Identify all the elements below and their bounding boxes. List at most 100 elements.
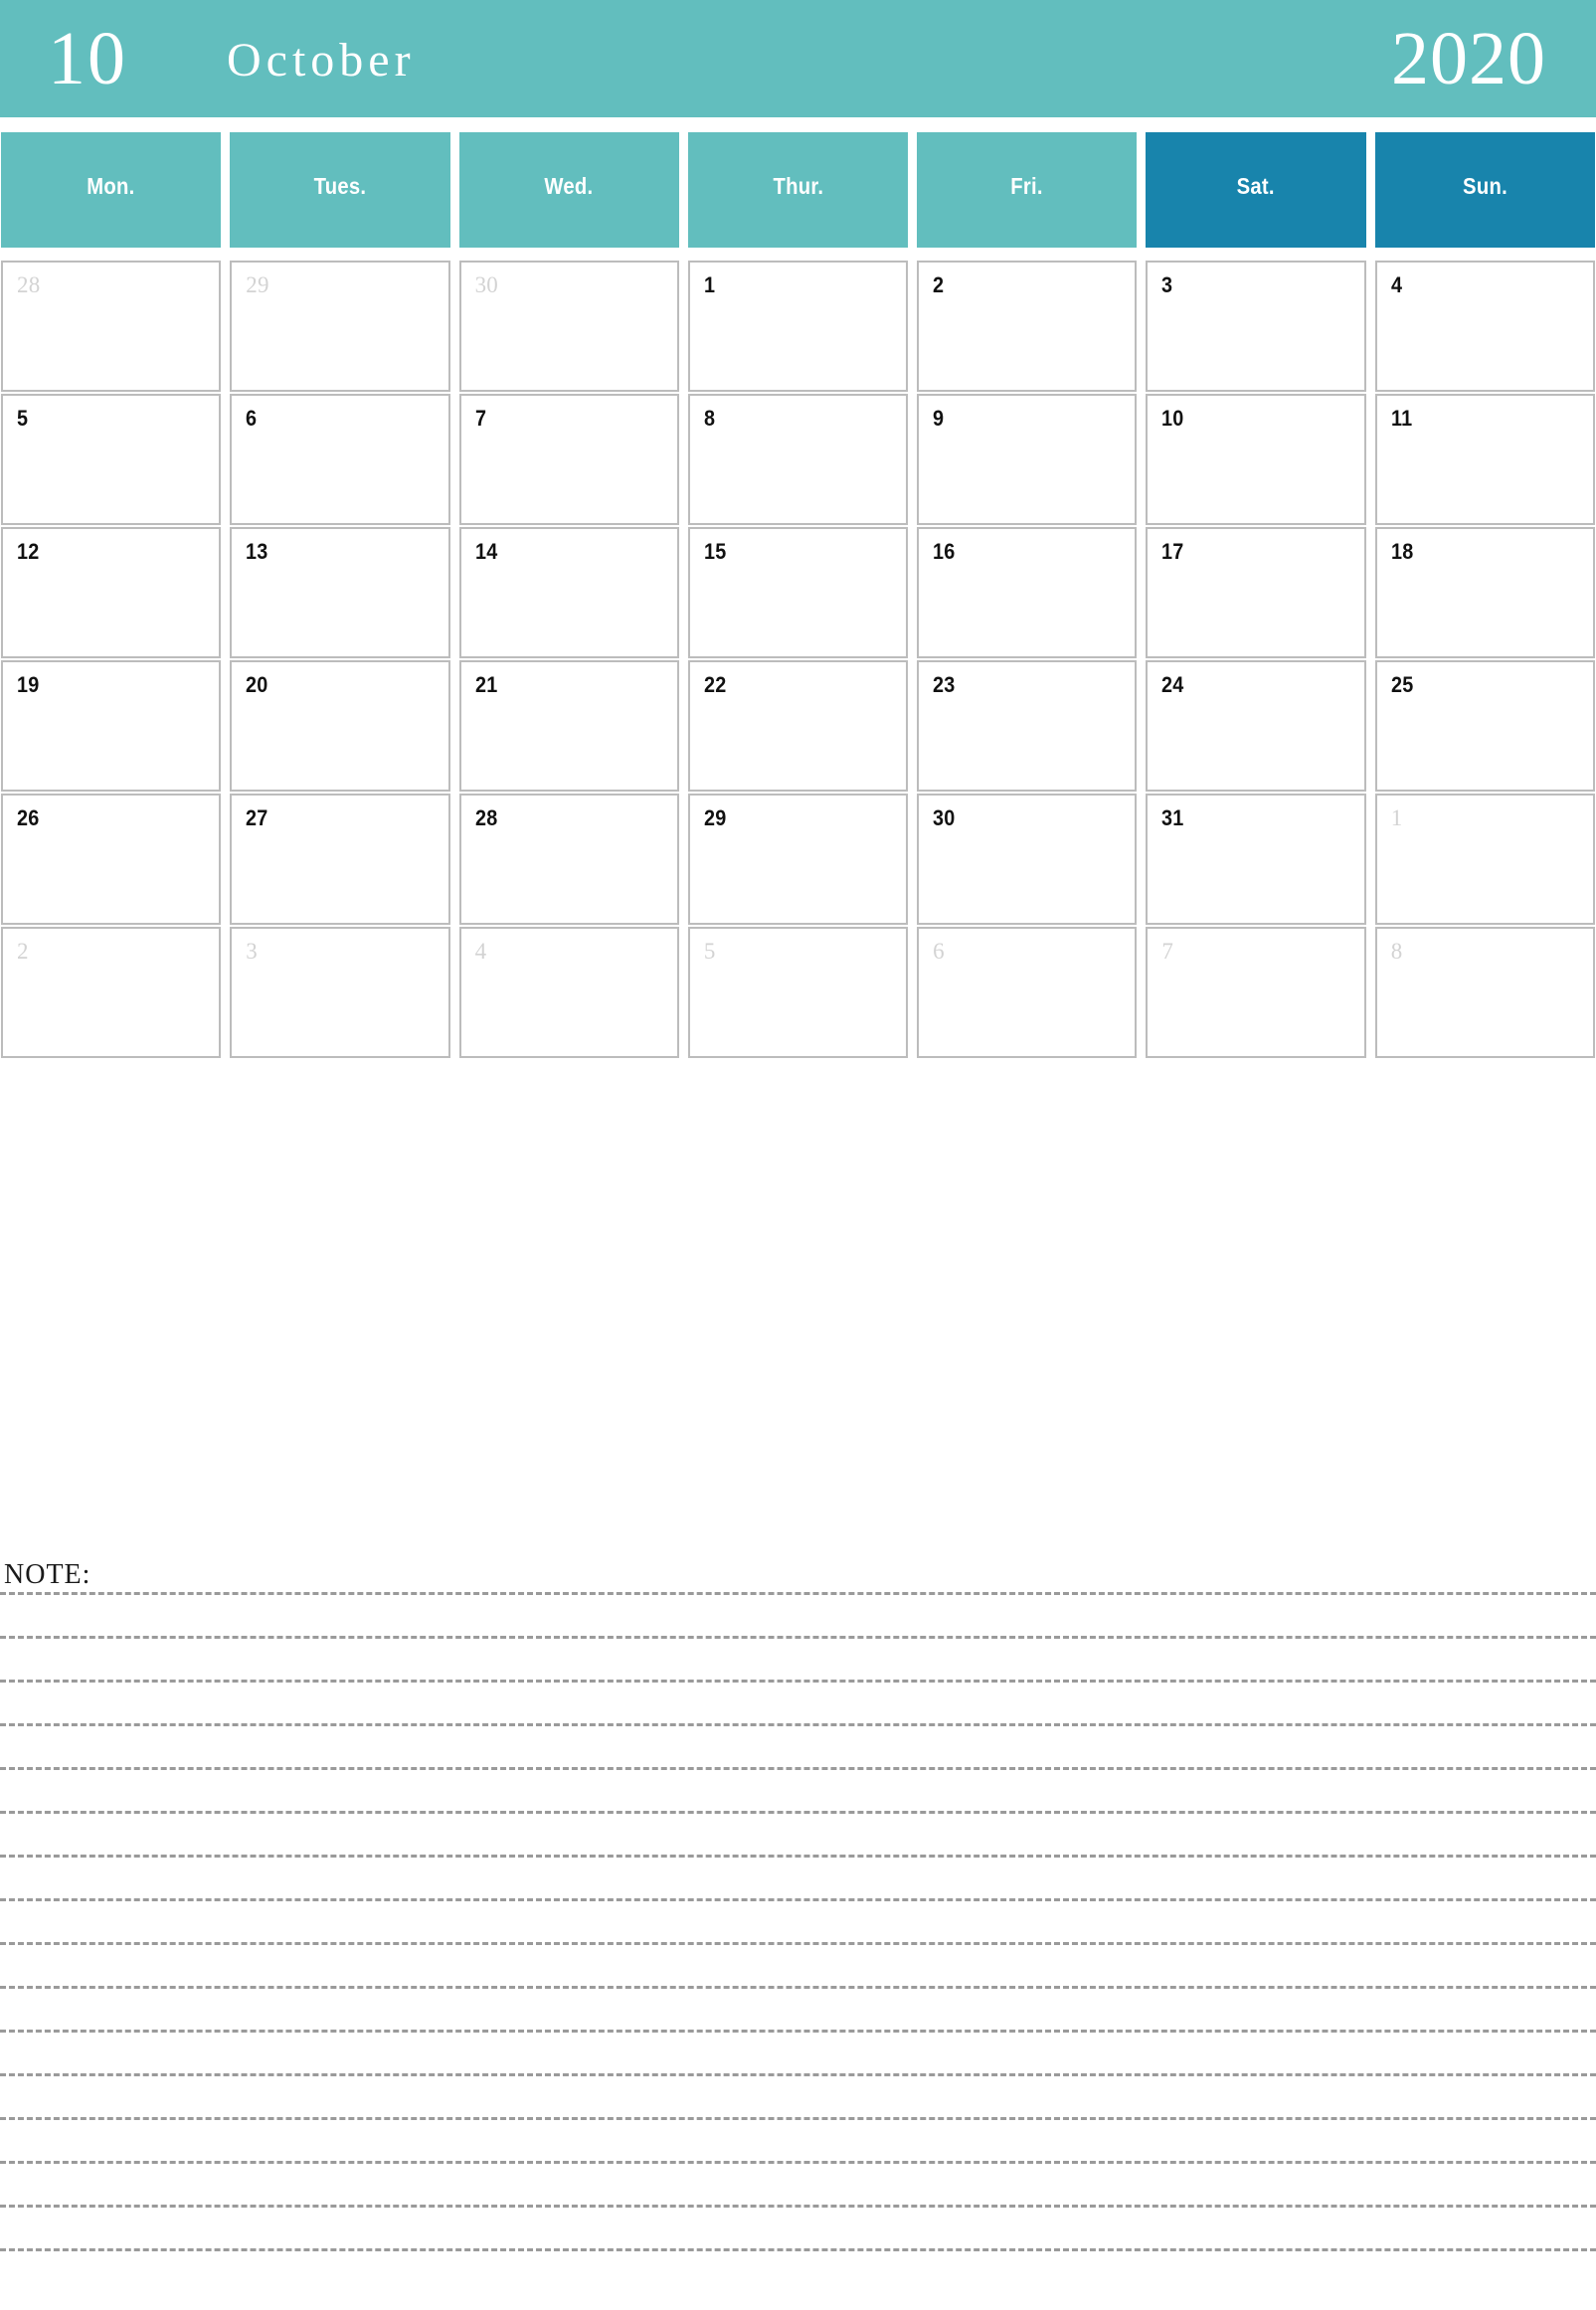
day-cell[interactable]: 19 [1,660,222,792]
calendar-day-grid: 28 29 30 1 2 3 4 5 6 7 8 9 10 11 12 13 14 15 16 17 18 19 20 21 2… [0,261,1596,1058]
day-cell[interactable]: 15 [687,527,909,658]
day-number: 1 [703,272,716,297]
note-line[interactable] [0,1942,1596,1945]
day-cell[interactable]: 20 [230,660,450,792]
note-label: NOTE: [4,1559,91,1590]
day-cell[interactable]: 14 [458,527,679,658]
day-number: 7 [1161,939,1174,964]
note-line[interactable] [0,1767,1596,1770]
day-cell-adjacent-month[interactable]: 1 [1374,794,1595,925]
day-cell[interactable]: 17 [1146,527,1366,658]
day-cell-adjacent-month[interactable]: 7 [1146,927,1366,1058]
day-number: 8 [1390,939,1403,964]
note-line[interactable] [0,1723,1596,1726]
day-cell[interactable]: 25 [1374,660,1595,792]
day-cell[interactable]: 5 [1,394,222,525]
day-cell[interactable]: 26 [1,794,222,925]
day-cell[interactable]: 3 [1146,261,1366,392]
day-cell[interactable]: 28 [458,794,679,925]
day-number: 28 [17,272,41,297]
note-line[interactable] [0,2073,1596,2076]
day-cell[interactable]: 9 [917,394,1138,525]
day-number: 18 [1390,539,1414,564]
day-cell[interactable]: 30 [917,794,1138,925]
day-number: 22 [703,672,727,697]
day-cell[interactable]: 7 [458,394,679,525]
day-cell-adjacent-month[interactable]: 8 [1374,927,1595,1058]
day-number: 14 [474,539,497,564]
day-cell-adjacent-month[interactable]: 4 [458,927,679,1058]
day-cell[interactable]: 31 [1146,794,1366,925]
weekday-label: Sat. [1236,173,1276,199]
weekday-header-fri[interactable]: Fri. [917,132,1138,248]
weekday-header-sat[interactable]: Sat. [1146,132,1366,248]
day-number: 3 [1161,272,1173,297]
day-cell[interactable]: 13 [230,527,450,658]
day-number: 19 [17,672,40,697]
day-cell[interactable]: 4 [1374,261,1595,392]
note-line[interactable] [0,2030,1596,2033]
day-number: 11 [1390,406,1413,431]
month-name: October [227,34,416,87]
day-cell-adjacent-month[interactable]: 6 [917,927,1138,1058]
note-writing-lines [0,1592,1596,2292]
day-cell[interactable]: 27 [230,794,450,925]
weekday-header-sun[interactable]: Sun. [1374,132,1595,248]
day-cell[interactable]: 1 [687,261,909,392]
weekday-label: Tues. [313,173,367,199]
weekday-header-mon[interactable]: Mon. [1,132,222,248]
month-number: 10 [48,17,127,100]
day-cell[interactable]: 16 [917,527,1138,658]
day-number: 5 [703,939,716,964]
day-cell[interactable]: 24 [1146,660,1366,792]
day-cell[interactable]: 6 [230,394,450,525]
note-line[interactable] [0,1855,1596,1858]
day-number: 31 [1161,805,1184,830]
day-number: 4 [1390,272,1402,297]
day-cell[interactable]: 29 [687,794,909,925]
day-cell-adjacent-month[interactable]: 28 [1,261,222,392]
day-cell[interactable]: 10 [1146,394,1366,525]
note-line[interactable] [0,1636,1596,1639]
day-number: 20 [246,672,268,697]
day-cell[interactable]: 11 [1374,394,1595,525]
weekday-header-tues[interactable]: Tues. [230,132,450,248]
weekday-header-thur[interactable]: Thur. [687,132,909,248]
day-cell-adjacent-month[interactable]: 2 [1,927,222,1058]
note-line[interactable] [0,1811,1596,1814]
day-number: 13 [246,539,268,564]
day-cell-adjacent-month[interactable]: 29 [230,261,450,392]
note-line[interactable] [0,2205,1596,2208]
day-cell[interactable]: 18 [1374,527,1595,658]
day-cell-adjacent-month[interactable]: 5 [687,927,909,1058]
day-cell-adjacent-month[interactable]: 30 [458,261,679,392]
day-number: 5 [17,406,29,431]
day-cell[interactable]: 12 [1,527,222,658]
day-number: 29 [703,805,727,830]
day-number: 25 [1390,672,1414,697]
weekday-label: Sun. [1462,173,1507,199]
day-number: 7 [474,406,486,431]
day-cell[interactable]: 2 [917,261,1138,392]
note-line[interactable] [0,1986,1596,1989]
weekday-label: Wed. [544,173,594,199]
day-number: 16 [933,539,956,564]
day-number: 29 [246,272,269,297]
day-cell[interactable]: 23 [917,660,1138,792]
day-number: 28 [474,805,497,830]
weekday-header-wed[interactable]: Wed. [458,132,679,248]
note-line[interactable] [0,2117,1596,2120]
note-line[interactable] [0,2248,1596,2251]
day-cell-adjacent-month[interactable]: 3 [230,927,450,1058]
note-line[interactable] [0,1592,1596,1595]
day-cell[interactable]: 8 [687,394,909,525]
note-line[interactable] [0,1898,1596,1901]
note-line[interactable] [0,2161,1596,2164]
note-line[interactable] [0,1680,1596,1683]
day-number: 2 [17,939,29,964]
day-cell[interactable]: 21 [458,660,679,792]
day-cell[interactable]: 22 [687,660,909,792]
calendar-title-bar: 10 October 2020 [0,0,1596,117]
day-number: 6 [246,406,258,431]
weekday-label: Thur. [773,173,823,199]
